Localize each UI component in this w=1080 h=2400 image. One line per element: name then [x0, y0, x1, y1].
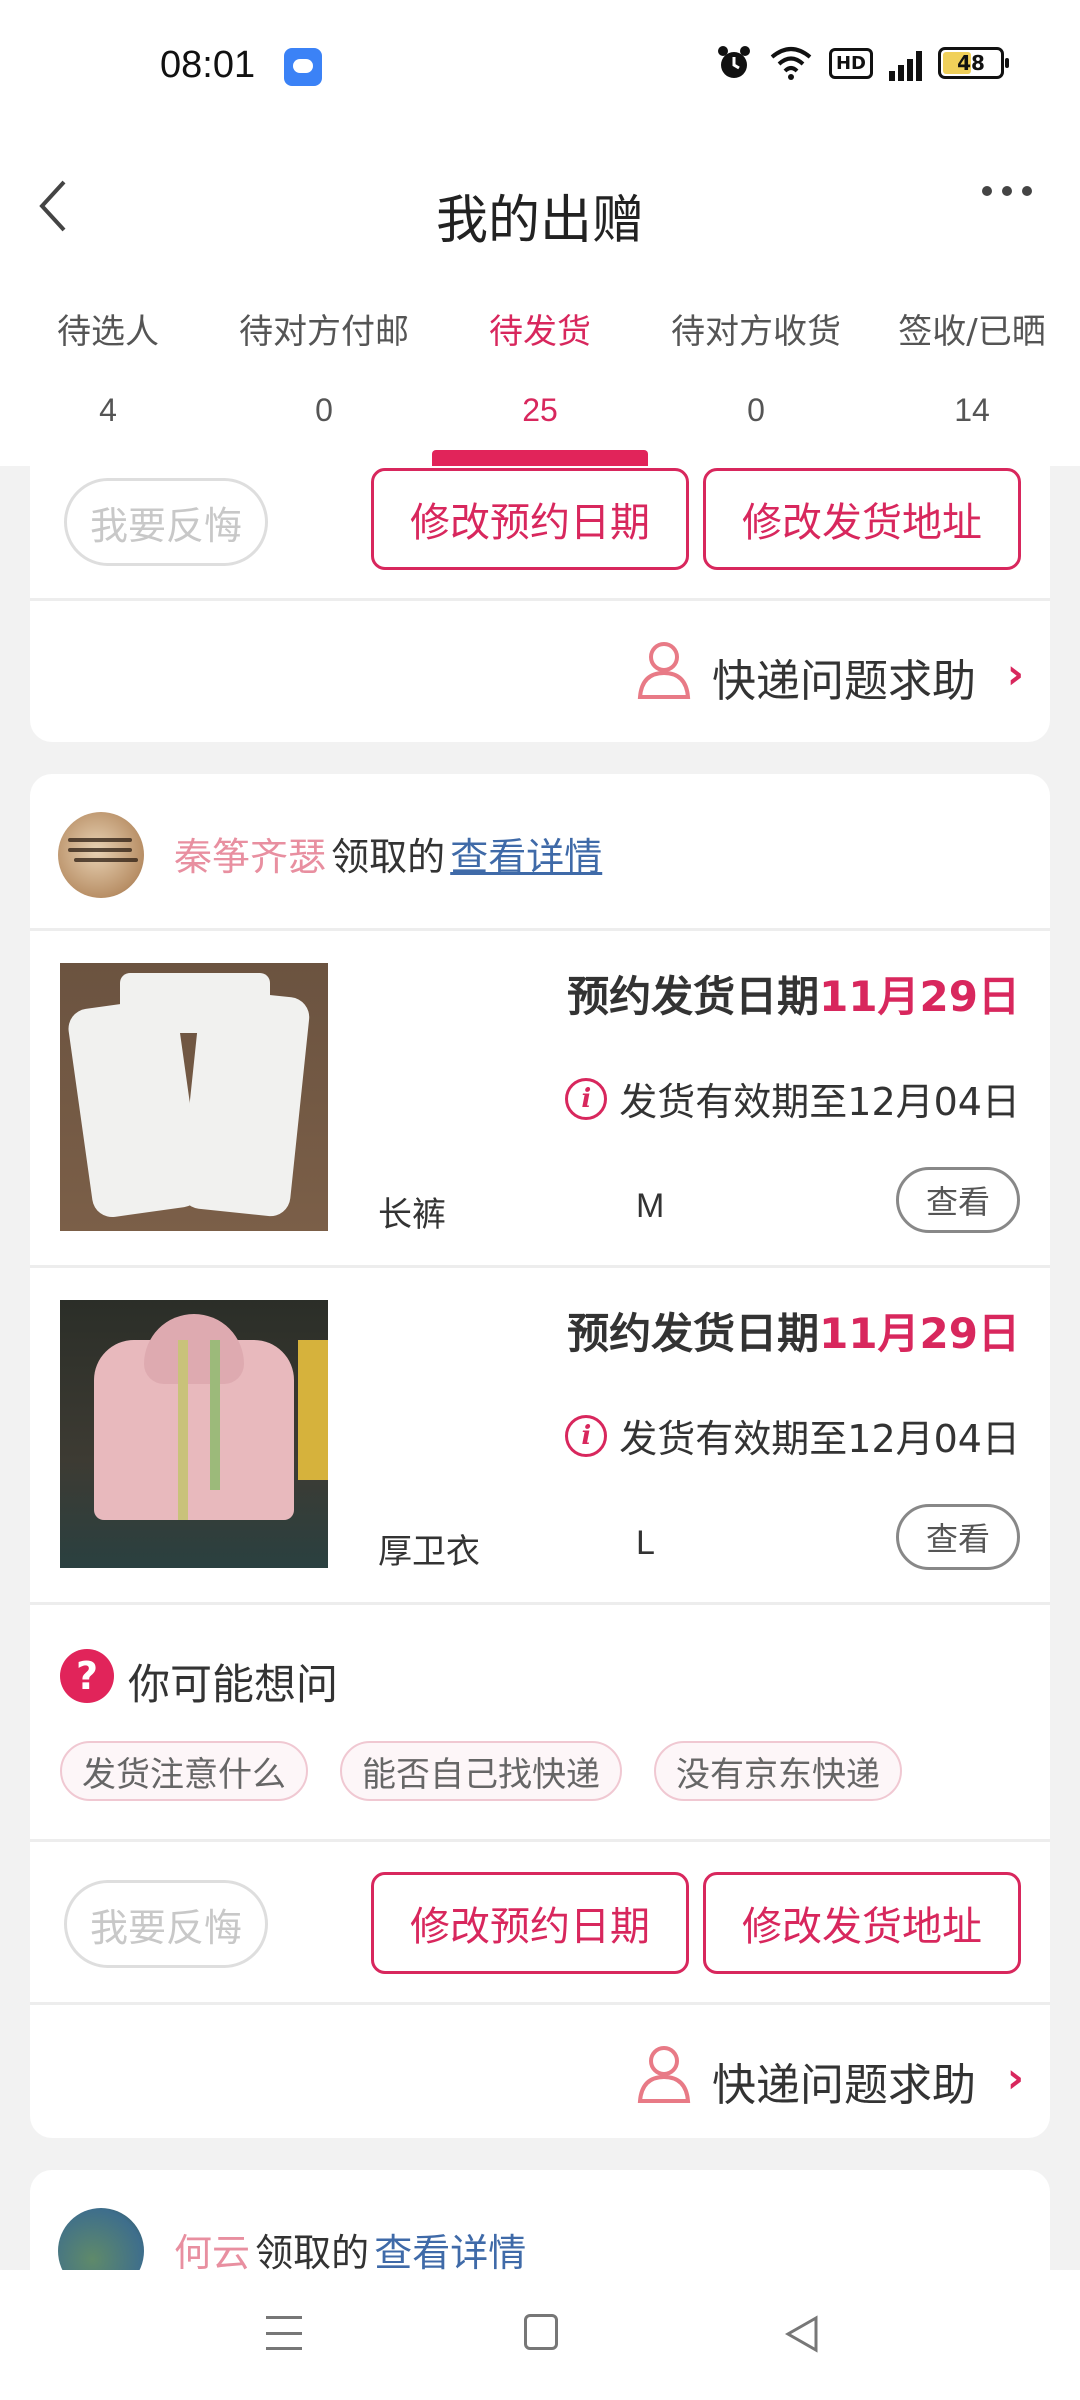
avatar [58, 2208, 144, 2270]
item-row: 预约发货日期11月29日 i 发货有效期至12月04日 厚卫衣 L 查看 [30, 1268, 1050, 1602]
item-size: M [636, 1187, 665, 1225]
signal-icon [889, 45, 922, 81]
faq-chips: 发货注意什么 能否自己找快递 没有京东快递 [60, 1741, 902, 1801]
status-tabs: 待选人 4 待对方付邮 0 待发货 25 待对方收货 0 签收/已晒 14 [0, 272, 1080, 466]
courier-help-label: 快递问题求助 [712, 2060, 976, 2111]
status-icons: HD 48 [715, 44, 1009, 82]
giver-info: 何云 领取的 查看详情 [174, 2222, 526, 2270]
person-icon [637, 642, 691, 699]
order-list[interactable]: 我要反悔 修改预约日期 修改发货地址 快递问题求助 › 秦筝齐瑟 领取的 查看详… [0, 466, 1080, 2270]
view-details-link[interactable]: 查看详情 [450, 835, 602, 879]
valid-until-text: 发货有效期至12月04日 [619, 1080, 1020, 1124]
tab-pending-postage[interactable]: 待对方付邮 0 [216, 272, 432, 466]
giver-name: 秦筝齐瑟 [174, 835, 327, 879]
scheduled-ship-date: 预约发货日期11月29日 [567, 963, 1020, 1024]
back-triangle-icon[interactable] [782, 2314, 822, 2354]
giver-row: 何云 领取的 查看详情 [30, 2170, 1050, 2270]
order-card: 秦筝齐瑟 领取的 查看详情 预约发货日期11月29日 i 发货有效期至12月04… [30, 774, 1050, 2138]
schedule-label: 预约发货日期 [567, 972, 820, 1021]
item-row: 预约发货日期11月29日 i 发货有效期至12月04日 长裤 M 查看 [30, 931, 1050, 1265]
view-details-link[interactable]: 查看详情 [374, 2231, 526, 2270]
chevron-right-icon: › [1006, 649, 1024, 698]
tab-count: 0 [747, 392, 765, 428]
home-icon[interactable] [524, 2314, 558, 2350]
avatar [58, 812, 144, 898]
schedule-label: 预约发货日期 [567, 1309, 820, 1358]
giver-name: 何云 [174, 2231, 251, 2270]
item-name: 长裤 [378, 1195, 446, 1235]
chevron-right-icon: › [1006, 2053, 1024, 2102]
claimed-label: 领取的 [255, 2231, 370, 2270]
faq-section: ? 你可能想问 发货注意什么 能否自己找快递 没有京东快递 [30, 1605, 1050, 1839]
info-icon: i [565, 1077, 608, 1120]
action-row: 我要反悔 修改预约日期 修改发货地址 [30, 466, 1050, 598]
tab-pending-receipt[interactable]: 待对方收货 0 [648, 272, 864, 466]
regret-button[interactable]: 我要反悔 [64, 478, 268, 566]
valid-until-row: i 发货有效期至12月04日 [565, 1071, 1020, 1126]
faq-chip[interactable]: 能否自己找快递 [340, 1741, 622, 1801]
recent-apps-icon[interactable] [266, 2316, 302, 2350]
claimed-label: 领取的 [331, 835, 446, 879]
valid-until-text: 发货有效期至12月04日 [619, 1417, 1020, 1461]
view-item-button[interactable]: 查看 [896, 1504, 1020, 1570]
tab-label: 待对方收货 [671, 312, 841, 352]
battery-level: 48 [957, 51, 985, 75]
active-tab-indicator [432, 450, 648, 466]
question-icon: ? [60, 1649, 114, 1703]
alarm-icon [717, 46, 750, 78]
faq-title: 你可能想问 [128, 1660, 339, 1709]
tab-count: 0 [315, 392, 333, 428]
valid-until-row: i 发货有效期至12月04日 [565, 1408, 1020, 1463]
status-bar: 08:01 HD 48 [0, 0, 1080, 136]
tab-label: 待发货 [489, 312, 591, 352]
page-header: 我的出赠 [0, 136, 1080, 272]
change-date-button[interactable]: 修改预约日期 [371, 1872, 689, 1974]
order-card: 我要反悔 修改预约日期 修改发货地址 快递问题求助 › [30, 466, 1050, 742]
schedule-date: 11月29日 [819, 1309, 1020, 1358]
wifi-icon [770, 47, 812, 80]
schedule-date: 11月29日 [819, 972, 1020, 1021]
item-image[interactable] [60, 1300, 328, 1568]
view-item-button[interactable]: 查看 [896, 1167, 1020, 1233]
tab-count: 25 [522, 392, 558, 428]
order-card: 何云 领取的 查看详情 [30, 2170, 1050, 2270]
tab-label: 签收/已晒 [898, 312, 1046, 352]
courier-help-label: 快递问题求助 [712, 656, 976, 707]
giver-info: 秦筝齐瑟 领取的 查看详情 [174, 826, 602, 881]
battery-icon: 48 [938, 47, 1009, 79]
person-icon [637, 2046, 691, 2103]
more-icon[interactable] [982, 186, 1032, 196]
page-title: 我的出赠 [435, 191, 644, 251]
item-image[interactable] [60, 963, 328, 1231]
regret-button[interactable]: 我要反悔 [64, 1880, 268, 1968]
item-name: 厚卫衣 [378, 1532, 480, 1572]
action-row: 我要反悔 修改预约日期 修改发货地址 [30, 1842, 1050, 2002]
app-notification-icon [284, 48, 322, 86]
item-size: L [636, 1524, 655, 1562]
system-navigation-bar [0, 2270, 1080, 2400]
giver-row: 秦筝齐瑟 领取的 查看详情 [30, 774, 1050, 928]
hd-icon: HD [828, 47, 873, 79]
faq-chip[interactable]: 发货注意什么 [60, 1741, 308, 1801]
change-address-button[interactable]: 修改发货地址 [703, 1872, 1021, 1974]
change-address-button[interactable]: 修改发货地址 [703, 468, 1021, 570]
faq-chip[interactable]: 没有京东快递 [654, 1741, 902, 1801]
tab-count: 4 [99, 392, 117, 428]
info-icon: i [565, 1414, 608, 1457]
tab-pending-selection[interactable]: 待选人 4 [0, 272, 216, 466]
tab-count: 14 [954, 392, 990, 428]
courier-help-row[interactable]: 快递问题求助 › [30, 2005, 1050, 2138]
courier-help-row[interactable]: 快递问题求助 › [30, 601, 1050, 741]
tab-pending-shipment[interactable]: 待发货 25 [432, 272, 648, 466]
scheduled-ship-date: 预约发货日期11月29日 [567, 1300, 1020, 1361]
tab-label: 待选人 [57, 312, 159, 352]
change-date-button[interactable]: 修改预约日期 [371, 468, 689, 570]
tab-label: 待对方付邮 [239, 312, 409, 352]
status-time: 08:01 [160, 44, 256, 86]
tab-received[interactable]: 签收/已晒 14 [864, 272, 1080, 466]
